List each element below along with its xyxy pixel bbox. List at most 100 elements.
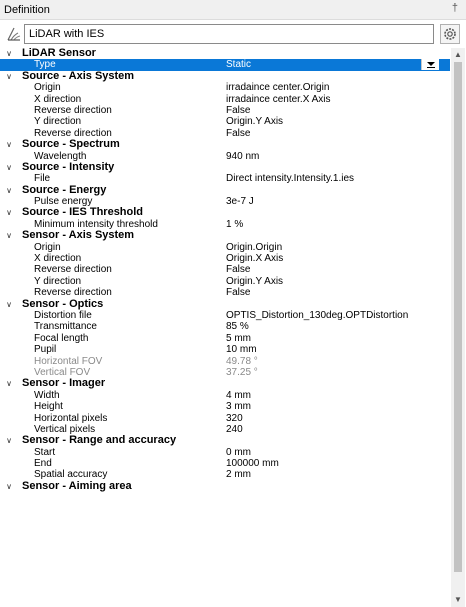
- gear-icon[interactable]: [440, 24, 460, 44]
- property-label: File: [34, 173, 51, 185]
- collapse-chevron-icon[interactable]: ∨: [4, 207, 14, 218]
- category-row[interactable]: ∨ Source - Axis System: [0, 69, 450, 82]
- pin-icon[interactable]: †: [452, 2, 458, 14]
- scroll-down-arrow-icon[interactable]: ▼: [451, 593, 465, 607]
- collapse-chevron-icon[interactable]: ∨: [4, 230, 14, 241]
- property-row[interactable]: File Direct intensity.Intensity.1.ies: [0, 173, 450, 184]
- scrollbar-thumb[interactable]: [454, 62, 462, 572]
- property-label: Y direction: [34, 275, 82, 287]
- property-value[interactable]: 940 nm: [226, 151, 259, 162]
- property-label: Horizontal pixels: [34, 412, 108, 424]
- property-row[interactable]: Reverse direction False: [0, 287, 450, 298]
- property-value[interactable]: False: [226, 264, 250, 275]
- category-row[interactable]: ∨ Source - Intensity: [0, 161, 450, 173]
- property-value[interactable]: 1 %: [226, 219, 243, 230]
- property-value[interactable]: 3e-7 J: [226, 196, 254, 207]
- property-label: Focal length: [34, 332, 89, 344]
- category-row[interactable]: ∨ Sensor - Imager: [0, 377, 450, 390]
- category-label: Source - Axis System: [22, 69, 135, 82]
- category-row[interactable]: ∨ Sensor - Axis System: [0, 229, 450, 242]
- property-value: 49.78 °: [226, 355, 258, 367]
- property-value[interactable]: 10 mm: [226, 344, 257, 355]
- property-value[interactable]: 4 mm: [226, 390, 251, 401]
- property-value[interactable]: 240: [226, 424, 243, 435]
- category-row[interactable]: ∨ Source - Spectrum: [0, 138, 450, 151]
- category-label: Sensor - Imager: [22, 377, 106, 390]
- collapse-chevron-icon[interactable]: ∨: [4, 378, 14, 389]
- property-row[interactable]: Horizontal FOV 49.78 °: [0, 356, 450, 367]
- collapse-chevron-icon[interactable]: ∨: [4, 185, 14, 196]
- property-row[interactable]: Pupil 10 mm: [0, 344, 450, 355]
- property-value[interactable]: False: [226, 105, 250, 116]
- property-value[interactable]: Static: [226, 59, 251, 70]
- property-row[interactable]: End 100000 mm: [0, 458, 450, 469]
- property-value[interactable]: False: [226, 128, 250, 139]
- property-row[interactable]: Width 4 mm: [0, 390, 450, 401]
- property-value[interactable]: Origin.Y Axis: [226, 116, 283, 127]
- property-row[interactable]: Y direction Origin.Y Axis: [0, 116, 450, 127]
- property-value[interactable]: 5 mm: [226, 333, 251, 344]
- property-row[interactable]: Y direction Origin.Y Axis: [0, 276, 450, 287]
- property-value[interactable]: OPTIS_Distortion_130deg.OPTDistortion: [226, 310, 408, 321]
- property-value[interactable]: 2 mm: [226, 469, 251, 480]
- collapse-chevron-icon[interactable]: ∨: [4, 162, 14, 173]
- property-value[interactable]: 320: [226, 413, 243, 424]
- property-row[interactable]: Origin irradaince center.Origin: [0, 82, 450, 93]
- property-row[interactable]: Transmittance 85 %: [0, 321, 450, 332]
- property-row[interactable]: Horizontal pixels 320: [0, 413, 450, 424]
- feature-name-input[interactable]: [24, 24, 434, 44]
- property-value[interactable]: 85 %: [226, 321, 249, 332]
- collapse-chevron-icon[interactable]: ∨: [4, 71, 14, 82]
- category-row[interactable]: ∨ Sensor - Range and accuracy: [0, 434, 450, 446]
- category-row[interactable]: ∨ Sensor - Aiming area: [0, 479, 450, 492]
- dropdown-arrow-icon[interactable]: [421, 59, 439, 71]
- property-label: Pupil: [34, 344, 57, 356]
- property-row[interactable]: Focal length 5 mm: [0, 333, 450, 344]
- scroll-up-arrow-icon[interactable]: ▲: [451, 48, 465, 62]
- category-row[interactable]: ∨ Source - Energy: [0, 183, 450, 196]
- property-value[interactable]: irradaince center.Origin: [226, 82, 329, 93]
- lidar-sensor-icon: [6, 26, 22, 42]
- property-label: Start: [34, 446, 56, 458]
- property-value[interactable]: 0 mm: [226, 447, 251, 458]
- property-row[interactable]: Distortion file OPTIS_Distortion_130deg.O…: [0, 310, 450, 321]
- category-row[interactable]: ∨ Source - IES Threshold: [0, 206, 450, 219]
- property-value[interactable]: 3 mm: [226, 401, 251, 412]
- category-label: LiDAR Sensor: [22, 48, 96, 59]
- category-label: Sensor - Optics: [22, 297, 104, 310]
- property-value[interactable]: Origin.Origin: [226, 242, 282, 253]
- collapse-chevron-icon[interactable]: ∨: [4, 481, 14, 492]
- property-value[interactable]: 100000 mm: [226, 458, 279, 469]
- property-label: End: [34, 458, 52, 470]
- property-label: X direction: [34, 93, 82, 105]
- property-row[interactable]: Reverse direction False: [0, 105, 450, 116]
- property-value[interactable]: irradaince center.X Axis: [226, 94, 331, 105]
- category-row[interactable]: ∨ LiDAR Sensor: [0, 48, 450, 59]
- category-label: Source - Spectrum: [22, 138, 120, 151]
- property-value[interactable]: Direct intensity.Intensity.1.ies: [226, 173, 354, 184]
- property-label: Width: [34, 389, 60, 401]
- vertical-scrollbar[interactable]: ▲ ▼: [451, 48, 465, 607]
- category-row[interactable]: ∨ Sensor - Optics: [0, 297, 450, 310]
- property-label: Reverse direction: [34, 287, 112, 299]
- property-value[interactable]: Origin.X Axis: [226, 253, 283, 264]
- property-row[interactable]: Origin Origin.Origin: [0, 242, 450, 253]
- property-value: 37.25 °: [226, 366, 258, 378]
- collapse-chevron-icon[interactable]: ∨: [4, 48, 14, 59]
- category-label: Source - IES Threshold: [22, 206, 144, 219]
- property-row[interactable]: X direction irradaince center.X Axis: [0, 94, 450, 105]
- property-row[interactable]: Reverse direction False: [0, 264, 450, 275]
- collapse-chevron-icon[interactable]: ∨: [4, 299, 14, 310]
- category-label: Sensor - Aiming area: [22, 479, 132, 492]
- property-label: Transmittance: [34, 321, 97, 333]
- collapse-chevron-icon[interactable]: ∨: [4, 139, 14, 150]
- property-value[interactable]: Origin.Y Axis: [226, 276, 283, 287]
- category-label: Sensor - Axis System: [22, 229, 135, 242]
- property-row[interactable]: Start 0 mm: [0, 447, 450, 458]
- property-label: Y direction: [34, 116, 82, 128]
- property-value[interactable]: False: [226, 287, 250, 298]
- property-row[interactable]: Height 3 mm: [0, 401, 450, 412]
- collapse-chevron-icon[interactable]: ∨: [4, 435, 14, 446]
- category-label: Source - Energy: [22, 183, 107, 196]
- property-row[interactable]: X direction Origin.X Axis: [0, 253, 450, 264]
